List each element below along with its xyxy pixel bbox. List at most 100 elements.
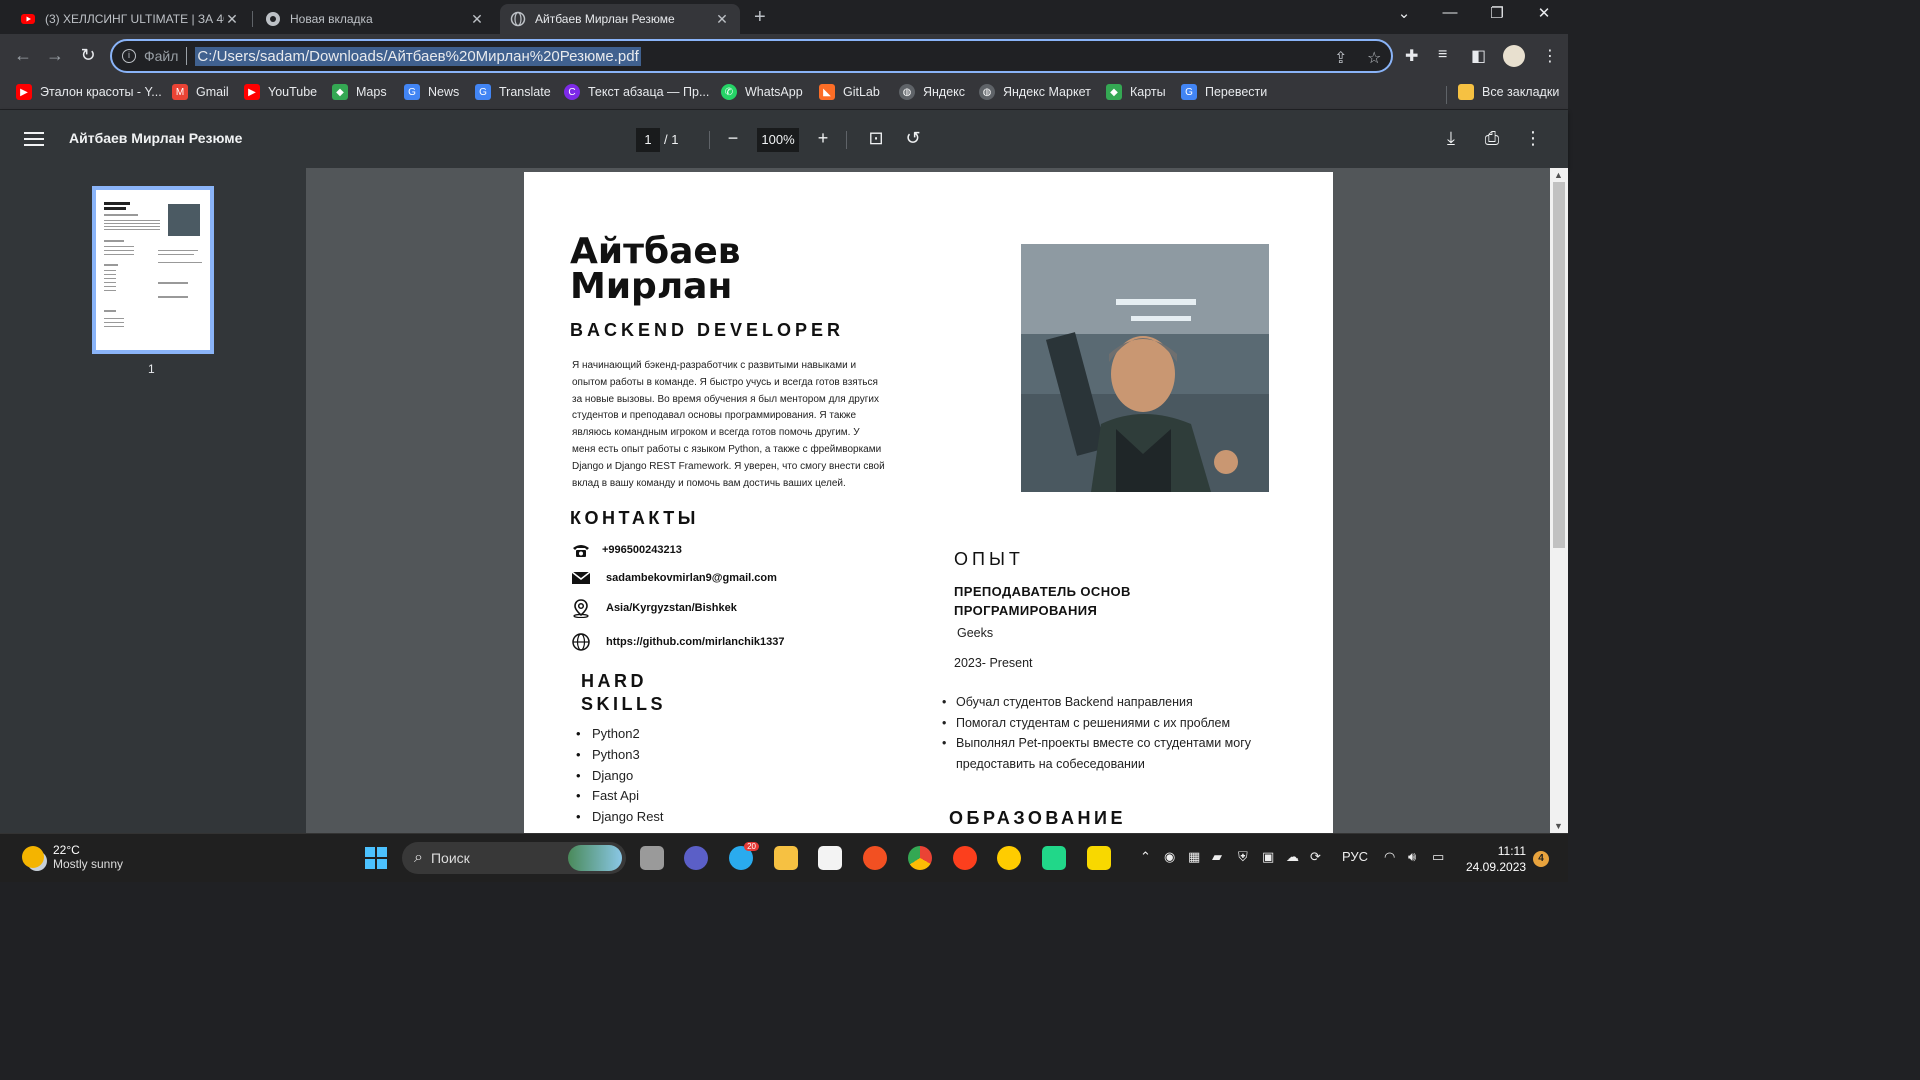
wifi-icon[interactable]: ◠ (1384, 849, 1395, 865)
close-window-button[interactable]: ✕ (1529, 4, 1559, 22)
download-icon[interactable]: ⤓ (1439, 128, 1463, 149)
teams-chat-icon[interactable] (684, 846, 708, 870)
scrollbar-thumb[interactable] (1553, 182, 1565, 548)
bookmark-item[interactable]: G News (404, 84, 459, 100)
pycharm-icon[interactable] (1042, 846, 1066, 870)
vertical-scrollbar[interactable]: ▲ ▼ (1550, 168, 1568, 833)
all-bookmarks-button[interactable]: Все закладки (1458, 84, 1559, 100)
restore-button[interactable]: ❐ (1482, 4, 1512, 22)
minimize-button[interactable]: — (1435, 4, 1465, 21)
thumb-line (104, 220, 160, 221)
tray-app-icon[interactable]: ▦ (1188, 849, 1200, 865)
zoom-input[interactable]: 100% (757, 128, 799, 152)
language-indicator[interactable]: РУС (1342, 849, 1368, 864)
bookmark-item[interactable]: ▶ Эталон красоты - Y... (16, 84, 162, 100)
bookmark-item[interactable]: ✆ WhatsApp (721, 84, 803, 100)
sticky-notes-icon[interactable] (1087, 846, 1111, 870)
close-icon[interactable]: ✕ (224, 11, 240, 28)
thumb-line (104, 240, 124, 242)
youtube-icon: ▶ (16, 84, 32, 100)
yandex-market-icon[interactable] (997, 846, 1021, 870)
volume-icon[interactable]: 🔊︎ (1408, 849, 1416, 865)
about-line: за новые вызовы. Во время обучения я был… (572, 393, 879, 405)
tab-divider (252, 11, 253, 27)
battery-icon[interactable]: ▭ (1432, 849, 1444, 865)
file-explorer-icon[interactable] (774, 846, 798, 870)
list-item: Python3 (576, 745, 664, 766)
system-clock[interactable]: 11:11 24.09.2023 (1466, 843, 1526, 875)
close-icon[interactable]: ✕ (714, 11, 730, 28)
tray-app-icon[interactable]: ◉ (1164, 849, 1175, 865)
tab-youtube[interactable]: (3) ХЕЛЛСИНГ ULTIMATE | ЗА 40 ✕ (10, 4, 250, 34)
title-line: ПРЕПОДАВАТЕЛЬ ОСНОВ (954, 584, 1131, 599)
onedrive-icon[interactable]: ☁ (1286, 849, 1299, 865)
bookmark-label: Карты (1130, 85, 1166, 99)
telegram-icon[interactable]: 20 (729, 842, 759, 870)
back-button[interactable]: ← (12, 44, 34, 66)
pdf-toolbar: Айтбаев Мирлан Резюме 1 / 1 − 100% + ⊡ ↺… (0, 110, 1568, 168)
bookmark-item[interactable]: G Translate (475, 84, 551, 100)
page-thumbnail[interactable] (92, 186, 214, 354)
media-control-icon[interactable]: ≡ (1438, 46, 1447, 64)
new-tab-button[interactable]: + (754, 6, 766, 29)
menu-icon[interactable] (24, 132, 44, 146)
news-icon: G (404, 84, 420, 100)
list-item: Fast Api (576, 786, 664, 807)
bookmark-item[interactable]: ▶ YouTube (244, 84, 317, 100)
yandex-browser-icon[interactable] (953, 846, 977, 870)
bookmark-item[interactable]: ◣ GitLab (819, 84, 880, 100)
share-icon[interactable]: ⇪ (1334, 48, 1347, 68)
thumb-line (104, 322, 124, 323)
reload-button[interactable]: ↻ (77, 44, 99, 66)
notification-badge[interactable]: 4 (1533, 851, 1549, 867)
pdf-viewer[interactable]: Айтбаев Мирлан BACKEND DEVELOPER Я начин… (306, 168, 1550, 833)
bookmark-star-icon[interactable]: ☆ (1367, 48, 1381, 68)
fit-to-page-icon[interactable]: ⊡ (864, 128, 888, 149)
chevron-up-icon[interactable]: ⌃ (1140, 849, 1151, 865)
bookmark-item[interactable]: ◍ Яндекс Маркет (979, 84, 1091, 100)
more-options-icon[interactable]: ⋮ (1521, 128, 1545, 149)
scroll-up-icon[interactable]: ▲ (1554, 170, 1563, 180)
thumbnail-sidebar: 1 (0, 168, 306, 833)
bookmark-item[interactable]: ◆ Maps (332, 84, 387, 100)
microsoft-store-icon[interactable] (818, 846, 842, 870)
github-link[interactable]: https://github.com/mirlanchik1337 (606, 636, 784, 648)
chrome-menu-icon[interactable]: ⋮ (1542, 46, 1558, 66)
maps-icon: ◆ (332, 84, 348, 100)
defender-icon[interactable]: ⛨ (1238, 849, 1248, 865)
music-player-icon[interactable] (863, 846, 887, 870)
print-icon[interactable]: ⎙ (1480, 128, 1504, 149)
nvidia-icon[interactable]: ▰ (1212, 849, 1222, 865)
teams-icon[interactable]: ▣ (1262, 849, 1274, 865)
bookmark-item[interactable]: G Перевести (1181, 84, 1267, 100)
about-line: вклад в вашу команду и помочь вам достич… (572, 477, 846, 489)
forward-button[interactable]: → (44, 44, 66, 66)
tab-search-icon[interactable]: ⌄ (1389, 4, 1419, 22)
bookmark-item[interactable]: M Gmail (172, 84, 229, 100)
url-text[interactable]: C:/Users/sadam/Downloads/Айтбаев%20Мирла… (195, 46, 641, 66)
bookmark-item[interactable]: ◆ Карты (1106, 84, 1166, 100)
start-button[interactable] (364, 846, 388, 870)
task-view-icon[interactable] (640, 846, 664, 870)
bookmark-item[interactable]: C Текст абзаца — Пр... (564, 84, 709, 100)
page-number-input[interactable]: 1 (636, 128, 660, 152)
bookmark-item[interactable]: ◍ Яндекс (899, 84, 965, 100)
avatar[interactable] (1503, 45, 1525, 67)
zoom-out-button[interactable]: − (721, 128, 745, 149)
weather-widget[interactable]: 22°C Mostly sunny (22, 843, 123, 871)
rotate-icon[interactable]: ↺ (901, 128, 925, 149)
sync-icon[interactable]: ⟳ (1310, 849, 1321, 865)
scroll-down-icon[interactable]: ▼ (1554, 821, 1563, 831)
taskbar-search[interactable]: ⌕ Поиск (402, 842, 626, 874)
tab-resume-pdf[interactable]: Айтбаев Мирлан Резюме ✕ (500, 4, 740, 34)
address-bar[interactable]: i Файл C:/Users/sadam/Downloads/Айтбаев%… (110, 39, 1393, 73)
globe-icon: ◍ (979, 84, 995, 100)
extensions-icon[interactable]: ✚ (1405, 46, 1418, 66)
thumb-line (104, 326, 124, 327)
side-panel-icon[interactable]: ◧ (1471, 46, 1486, 66)
chrome-icon[interactable] (908, 846, 932, 870)
zoom-in-button[interactable]: + (811, 128, 835, 149)
info-icon[interactable]: i (122, 49, 136, 63)
close-icon[interactable]: ✕ (469, 11, 485, 28)
tab-new-tab[interactable]: Новая вкладка ✕ (255, 4, 495, 34)
